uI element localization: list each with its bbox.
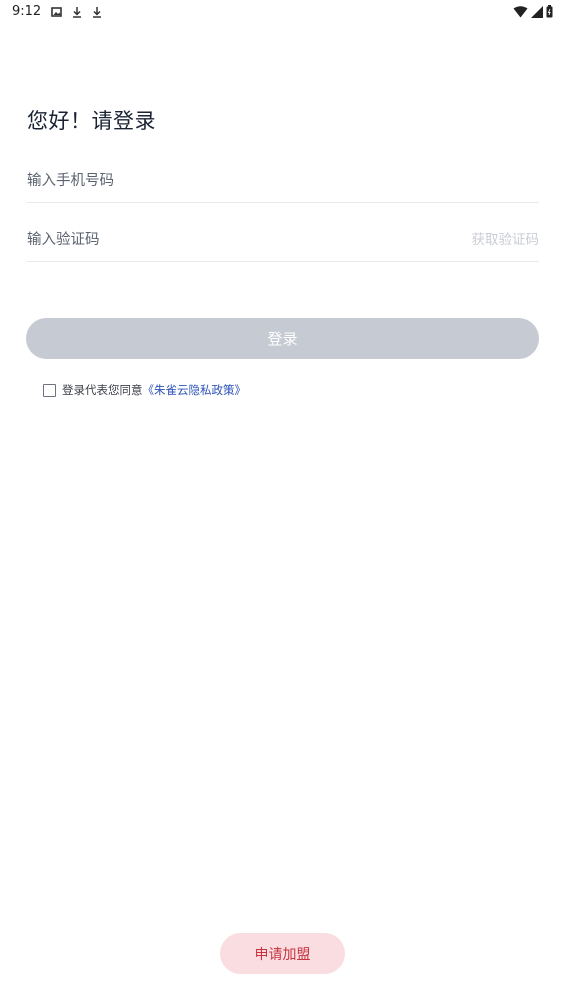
phone-input[interactable] — [27, 162, 447, 200]
code-field: 获取验证码 — [27, 221, 539, 262]
verification-code-input[interactable] — [27, 221, 447, 259]
status-icons-right — [513, 4, 553, 20]
get-code-button[interactable]: 获取验证码 — [472, 231, 540, 249]
signal-icon — [531, 3, 543, 22]
download-icon — [71, 4, 83, 18]
agreement-checkbox[interactable] — [43, 383, 56, 397]
apply-join-button[interactable]: 申请加盟 — [220, 933, 345, 974]
status-time: 9:12 — [12, 4, 42, 19]
phone-field — [27, 162, 539, 203]
download-icon — [91, 4, 103, 18]
login-screen: 9:12 您好！请登录 输入手机号码 输入验证码 获取验证码 登录 登录代表您同… — [0, 0, 565, 1004]
photo-icon — [51, 4, 63, 18]
battery-icon — [546, 3, 553, 22]
agreement-text: 登录代表您同意 — [62, 383, 143, 397]
agreement-row: 登录代表您同意 《朱雀云隐私政策》 — [43, 382, 246, 398]
status-bar: 9:12 — [0, 0, 565, 24]
privacy-policy-link[interactable]: 《朱雀云隐私政策》 — [143, 382, 247, 398]
wifi-icon — [513, 3, 528, 22]
page-title: 您好！请登录 — [27, 109, 156, 133]
login-button[interactable]: 登录 — [26, 318, 539, 359]
